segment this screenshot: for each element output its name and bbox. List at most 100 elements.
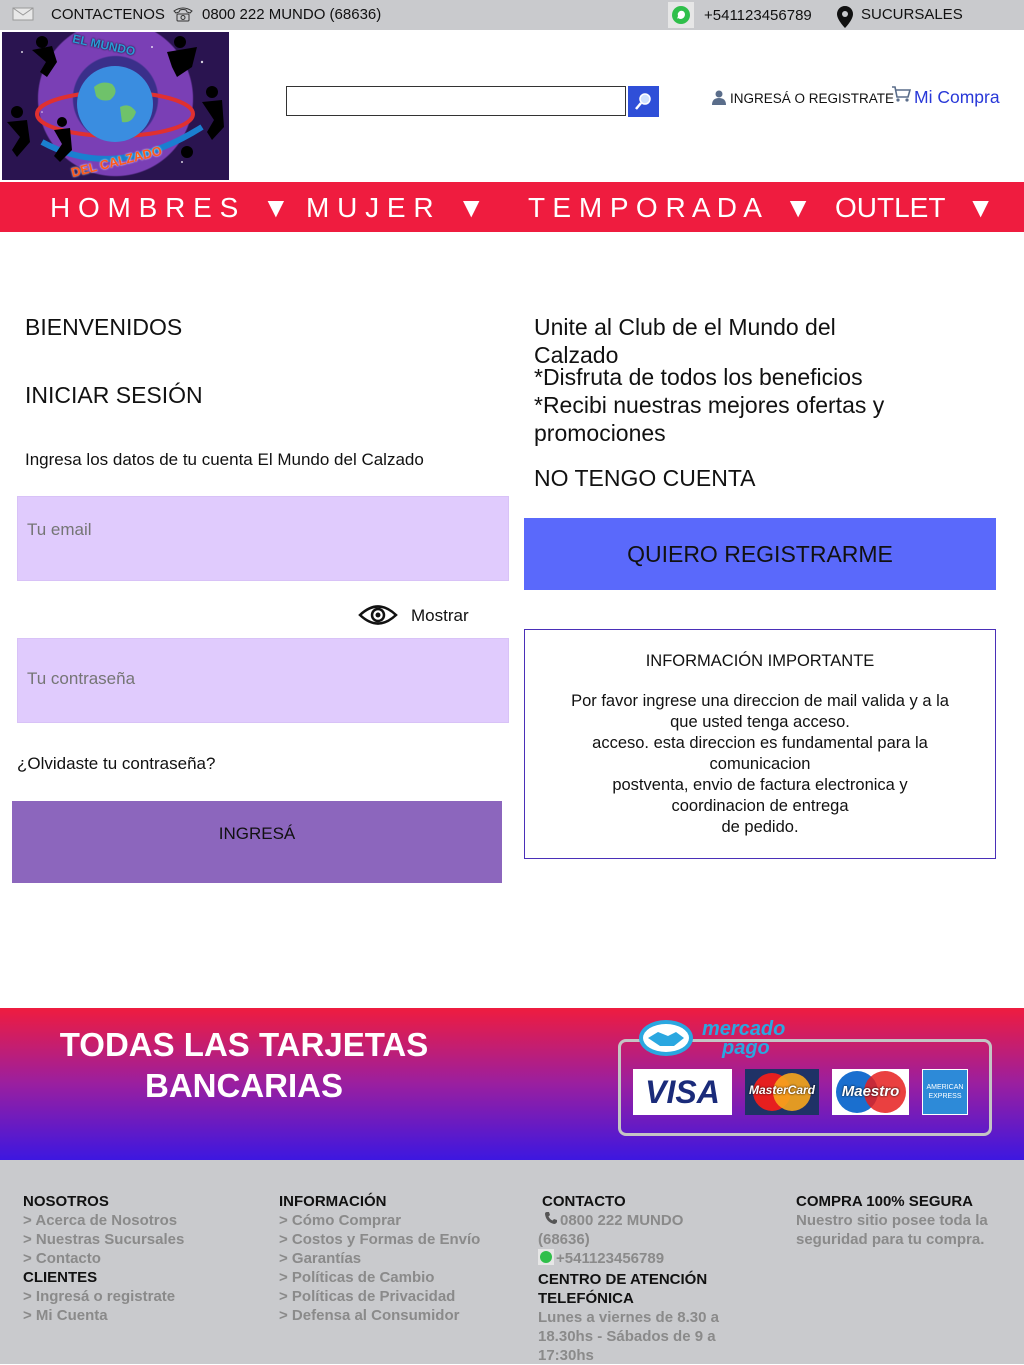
footer-link[interactable]: > Políticas de Cambio — [279, 1268, 480, 1287]
footer-heading: INFORMACIÓN — [279, 1193, 387, 1210]
phone-number[interactable]: 0800 222 MUNDO (68636) — [202, 6, 381, 23]
nav-label: OUTLET — [835, 192, 945, 223]
register-text-line3: *Disfruta de todos los beneficios — [534, 364, 863, 390]
amex-card-icon: AMERICAN EXPRESS — [922, 1069, 968, 1115]
info-box: INFORMACIÓN IMPORTANTE Por favor ingrese… — [524, 629, 996, 859]
footer-phone[interactable]: 0800 222 MUNDO — [544, 1211, 719, 1230]
info-text: Por favor ingrese una direccion de mail … — [525, 691, 995, 838]
footer-link[interactable]: > Políticas de Privacidad — [279, 1287, 480, 1306]
card-label: VISA — [645, 1073, 720, 1110]
footer-phone-line2: (68636) — [538, 1231, 590, 1248]
banner-line: BANCARIAS — [145, 1067, 343, 1104]
chevron-down-icon: ▼ — [784, 192, 812, 223]
footer-heading: NOSOTROS — [23, 1193, 109, 1210]
visa-card-icon: VISA — [633, 1069, 732, 1115]
nav-label: H O M B R E S — [50, 192, 239, 223]
footer-text: seguridad para tu compra. — [796, 1231, 985, 1248]
whatsapp-icon — [668, 2, 694, 28]
cart-link[interactable]: Mi Compra — [914, 87, 1000, 108]
footer-link[interactable]: > Nuestras Sucursales — [23, 1230, 184, 1249]
nav-item-hombres[interactable]: H O M B R E S ▼ — [50, 182, 290, 232]
card-label: Maestro — [841, 1083, 900, 1100]
nav-item-temporada[interactable]: T E M P O R A D A ▼ — [528, 182, 812, 232]
footer-heading: CLIENTES — [23, 1269, 98, 1286]
login-subtitle: Ingresa los datos de tu cuenta El Mundo … — [25, 450, 424, 469]
mail-icon — [12, 6, 34, 22]
register-button-label: QUIERO REGISTRARME — [627, 540, 893, 567]
payment-banner: TODAS LAS TARJETAS BANCARIAS mercado pag… — [0, 1008, 1024, 1160]
location-pin-icon — [836, 5, 854, 29]
info-line: que usted tenga acceso. — [670, 713, 850, 731]
no-account-heading: NO TENGO CUENTA — [534, 465, 756, 491]
login-button[interactable]: INGRESÁ — [12, 801, 502, 883]
card-label: MasterCard — [748, 1083, 816, 1097]
welcome-heading: BIENVENIDOS — [25, 314, 183, 340]
chevron-down-icon: ▼ — [262, 192, 290, 223]
login-button-label: INGRESÁ — [218, 824, 296, 843]
footer-link[interactable]: > Garantías — [279, 1249, 480, 1268]
register-text-line4: *Recibi nuestras mejores ofertas y — [534, 392, 885, 418]
info-line: coordinacion de entrega — [671, 797, 849, 815]
footer-link[interactable]: > Ingresá o registrate — [23, 1287, 184, 1306]
banner-title: TODAS LAS TARJETAS BANCARIAS — [44, 1024, 444, 1106]
banner-line: TODAS LAS TARJETAS — [59, 1026, 429, 1063]
login-title: INICIAR SESIÓN — [25, 382, 203, 408]
footer-col-informacion: INFORMACIÓN > Cómo Comprar > Costos y Fo… — [279, 1192, 480, 1325]
footer-link[interactable]: > Acerca de Nosotros — [23, 1211, 184, 1230]
chevron-down-icon: ▼ — [457, 192, 486, 223]
footer-link[interactable]: > Costos y Formas de Envío — [279, 1230, 480, 1249]
top-bar: CONTACTENOS 0800 222 MUNDO (68636) +5411… — [0, 0, 1024, 30]
phone-icon — [544, 1211, 560, 1230]
info-line: comunicacion — [709, 755, 811, 773]
nav-label: M U J E R — [306, 192, 434, 223]
footer-heading: CENTRO DE ATENCIÓN — [538, 1271, 708, 1288]
register-text-line5: promociones — [534, 420, 666, 446]
footer-link[interactable]: > Contacto — [23, 1249, 184, 1268]
password-field[interactable] — [17, 638, 509, 723]
footer-col-nosotros: NOSOTROS > Acerca de Nosotros > Nuestras… — [23, 1192, 184, 1325]
nav-item-mujer[interactable]: M U J E R ▼ — [306, 182, 485, 232]
footer-whatsapp[interactable]: +541123456789 — [538, 1249, 719, 1270]
footer-heading: TELEFÓNICA — [538, 1290, 634, 1307]
search-input[interactable] — [286, 86, 626, 116]
footer-heading: COMPRA 100% SEGURA — [796, 1193, 973, 1210]
card-label: AMERICAN EXPRESS — [926, 1084, 964, 1100]
main-nav: H O M B R E S ▼ M U J E R ▼ T E M P O R … — [0, 182, 1024, 232]
mastercard-icon: MasterCard — [745, 1069, 819, 1115]
contact-link[interactable]: CONTACTENOS — [51, 6, 165, 23]
phone-icon — [171, 4, 195, 24]
site-footer: NOSOTROS > Acerca de Nosotros > Nuestras… — [0, 1160, 1024, 1364]
eye-icon[interactable] — [358, 600, 398, 635]
footer-link[interactable]: > Cómo Comprar — [279, 1211, 480, 1230]
footer-hours: Lunes a viernes de 8.30 a — [538, 1309, 719, 1326]
search-icon — [634, 92, 653, 116]
footer-heading: CONTACTO — [542, 1193, 626, 1210]
whatsapp-number[interactable]: +541123456789 — [704, 7, 812, 24]
footer-hours: 17:30hs — [538, 1347, 594, 1364]
email-field[interactable] — [17, 496, 509, 581]
footer-link[interactable]: > Mi Cuenta — [23, 1306, 184, 1325]
search-button[interactable] — [628, 86, 659, 117]
user-icon — [711, 89, 727, 110]
login-register-link[interactable]: INGRESÁ O REGISTRATE — [730, 91, 894, 106]
info-line: de pedido. — [721, 818, 799, 836]
mercadopago-logo: mercado pago — [638, 1018, 798, 1064]
register-text-line1: Unite al Club de el Mundo del — [534, 314, 836, 340]
show-password-toggle[interactable]: Mostrar — [411, 606, 469, 626]
chevron-down-icon: ▼ — [966, 192, 995, 223]
site-logo[interactable]: EL MUNDO DEL CALZADO — [2, 32, 229, 180]
info-line: Por favor ingrese una direccion de mail … — [571, 692, 949, 710]
password-input[interactable] — [25, 666, 499, 692]
info-line: acceso. esta direccion es fundamental pa… — [592, 734, 928, 752]
footer-whatsapp-text: +541123456789 — [556, 1250, 665, 1267]
footer-link[interactable]: > Defensa al Consumidor — [279, 1306, 480, 1325]
forgot-password-link[interactable]: ¿Olvidaste tu contraseña? — [17, 754, 215, 774]
register-button[interactable]: QUIERO REGISTRARME — [524, 518, 996, 590]
mercadopago-text-2: pago — [722, 1037, 770, 1059]
nav-item-outlet[interactable]: OUTLET ▼ — [835, 182, 994, 232]
footer-col-contacto: CONTACTO 0800 222 MUNDO (68636) +5411234… — [538, 1192, 719, 1365]
email-input[interactable] — [25, 517, 499, 543]
cart-icon — [891, 85, 912, 108]
maestro-card-icon: Maestro — [832, 1069, 909, 1115]
branches-link[interactable]: SUCURSALES — [861, 6, 963, 23]
